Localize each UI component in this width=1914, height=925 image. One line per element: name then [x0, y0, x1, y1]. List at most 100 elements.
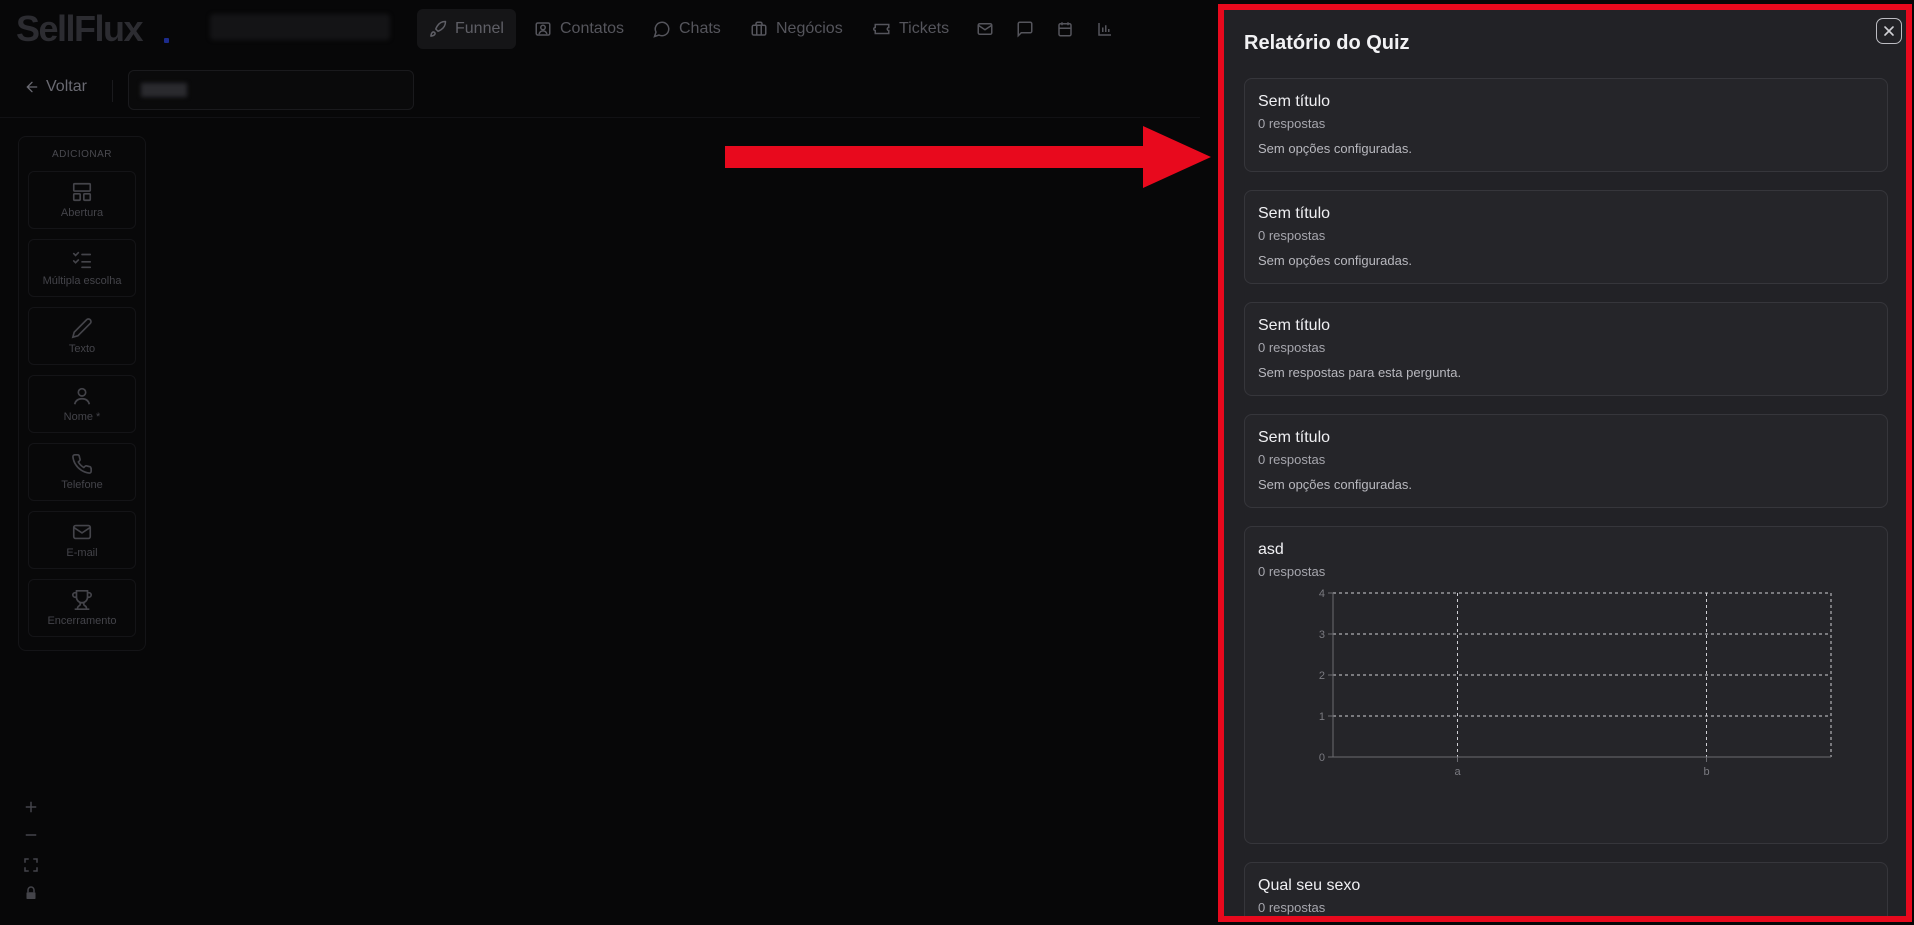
question-title: Sem título — [1258, 429, 1331, 446]
calendar-button[interactable] — [1052, 9, 1078, 49]
logo-dot — [164, 38, 169, 43]
rocket-icon — [429, 20, 447, 38]
lock-icon — [26, 886, 36, 899]
nav-contatos[interactable]: Contatos — [522, 9, 636, 49]
palette-item-encerramento[interactable]: Encerramento — [28, 579, 136, 637]
back-button[interactable]: Voltar — [24, 78, 87, 96]
y-tick-label: 1 — [1319, 711, 1325, 723]
palette-item-label: Encerramento — [47, 615, 117, 627]
divider — [112, 80, 113, 102]
nav-tickets[interactable]: Tickets — [861, 9, 961, 49]
question-message: Sem opções configuradas. — [1258, 141, 1412, 156]
question-card: Sem título 0 respostas Sem opções config… — [1244, 78, 1888, 172]
palette-item-email[interactable]: E-mail — [28, 511, 136, 569]
question-message: Sem respostas para esta pergunta. — [1258, 365, 1462, 380]
question-message: Sem opções configuradas. — [1258, 477, 1412, 492]
user-icon — [73, 387, 91, 405]
palette-item-nome[interactable]: Nome * — [28, 375, 136, 433]
layout-icon — [72, 182, 92, 202]
message-square-icon — [1016, 20, 1034, 38]
response-bar-chart: 0 1 2 3 4 a b — [1319, 588, 1832, 778]
palette-item-label: Nome * — [63, 411, 101, 423]
y-tick-label: 4 — [1319, 588, 1325, 600]
back-label: Voltar — [46, 78, 87, 95]
question-card: Qual seu sexo 0 respostas — [1244, 862, 1888, 916]
nav-negocios[interactable]: Negócios — [738, 9, 855, 49]
annotation-arrow — [725, 126, 1211, 188]
editor-header: Voltar — [0, 62, 1200, 118]
palette-item-multipla-escolha[interactable]: Múltipla escolha — [28, 239, 136, 297]
y-tick-label: 0 — [1319, 752, 1325, 764]
plus-icon — [25, 801, 37, 813]
response-count: 0 respostas — [1258, 900, 1326, 915]
palette-item-abertura[interactable]: Abertura — [28, 171, 136, 229]
redacted-text — [141, 83, 187, 97]
nav-tickets-label: Tickets — [899, 20, 950, 37]
zoom-in-button[interactable] — [22, 798, 40, 816]
panel-title: Relatório do Quiz — [1244, 32, 1410, 54]
close-icon — [1884, 26, 1894, 36]
y-tick-label: 2 — [1319, 670, 1325, 682]
workspace-selector[interactable] — [210, 14, 390, 40]
question-card-chart: asd 0 respostas 0 1 2 3 4 a b — [1244, 526, 1888, 844]
x-tick-label: b — [1703, 766, 1709, 778]
nav-contatos-label: Contatos — [560, 20, 625, 37]
palette-item-label: Telefone — [61, 479, 103, 491]
minus-icon — [25, 834, 37, 836]
question-title: asd — [1258, 541, 1284, 558]
question-card: Sem título 0 respostas Sem respostas par… — [1244, 302, 1888, 396]
palette-item-telefone[interactable]: Telefone — [28, 443, 136, 501]
palette-item-label: E-mail — [66, 547, 98, 559]
response-count: 0 respostas — [1258, 564, 1326, 579]
briefcase-icon — [750, 20, 768, 38]
arrow-left-icon — [26, 81, 38, 93]
quiz-name-input[interactable] — [128, 70, 414, 110]
palette-item-texto[interactable]: Texto — [28, 307, 136, 365]
response-count: 0 respostas — [1258, 228, 1326, 243]
x-tick-label: a — [1454, 766, 1461, 778]
response-count: 0 respostas — [1258, 340, 1326, 355]
quiz-report-panel: Relatório do Quiz Sem título 0 respostas… — [1218, 4, 1912, 922]
pencil-icon — [71, 318, 92, 339]
trophy-icon — [72, 590, 92, 610]
reports-button[interactable] — [1092, 9, 1118, 49]
palette-item-label: Abertura — [60, 207, 104, 219]
fit-view-button[interactable] — [22, 856, 40, 874]
checklist-icon — [72, 251, 92, 269]
fullscreen-icon — [24, 858, 38, 872]
nav-funnel-label: Funnel — [455, 20, 504, 37]
ticket-icon — [873, 20, 891, 38]
palette-item-label: Texto — [68, 343, 96, 355]
mail-icon — [976, 20, 994, 38]
palette-title: ADICIONAR — [51, 149, 113, 160]
mail-icon — [72, 524, 92, 540]
question-title: Sem título — [1258, 317, 1331, 334]
question-title: Sem título — [1258, 93, 1331, 110]
logo: SellFlux — [16, 8, 144, 49]
question-message: Sem opções configuradas. — [1258, 253, 1412, 268]
y-tick-label: 3 — [1319, 629, 1325, 641]
calendar-icon — [1056, 20, 1074, 38]
mail-button[interactable] — [972, 9, 998, 49]
phone-icon — [72, 454, 92, 474]
response-count: 0 respostas — [1258, 452, 1326, 467]
chat-bubble-icon — [653, 20, 671, 38]
app-root: SellFlux Funnel Contatos Chats Negócios … — [0, 0, 1914, 925]
contact-card-icon — [534, 20, 552, 38]
bar-chart-icon — [1096, 20, 1114, 38]
question-card: Sem título 0 respostas Sem opções config… — [1244, 414, 1888, 508]
question-card: Sem título 0 respostas Sem opções config… — [1244, 190, 1888, 284]
nav-negocios-label: Negócios — [776, 20, 843, 37]
palette-item-label: Múltipla escolha — [42, 275, 122, 287]
question-title: Sem título — [1258, 205, 1331, 222]
nav-chats[interactable]: Chats — [641, 9, 733, 49]
nav-funnel[interactable]: Funnel — [417, 9, 516, 49]
block-palette: ADICIONAR Abertura Múltipla escolha Text… — [18, 136, 146, 651]
question-title: Qual seu sexo — [1258, 877, 1361, 894]
response-count: 0 respostas — [1258, 116, 1326, 131]
zoom-out-button[interactable] — [22, 826, 40, 844]
close-button[interactable] — [1876, 18, 1902, 44]
messages-button[interactable] — [1012, 9, 1038, 49]
lock-button[interactable] — [22, 884, 40, 902]
nav-chats-label: Chats — [679, 20, 721, 37]
